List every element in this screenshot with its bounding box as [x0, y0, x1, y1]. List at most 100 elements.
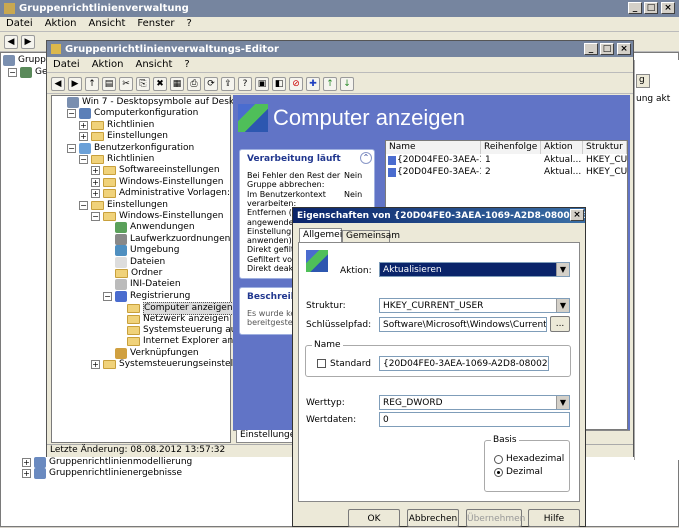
delete-icon[interactable]: ✖ — [153, 76, 167, 91]
editor-maximize-button[interactable]: □ — [600, 43, 614, 55]
tree-node[interactable]: Verknüpfungen — [103, 347, 199, 359]
outer-tree-modelling[interactable]: + Gruppenrichtlinienmodellierung — [22, 457, 192, 468]
refresh-icon[interactable]: ⟳ — [204, 76, 218, 91]
tree-node[interactable]: Laufwerkzuordnungen — [103, 233, 230, 245]
tree-node[interactable]: − Benutzerkonfiguration — [67, 142, 194, 154]
editor-menu-ansicht[interactable]: Ansicht — [129, 58, 178, 72]
tree-node[interactable]: Dateien — [103, 256, 165, 268]
tree-node[interactable]: Anwendungen — [103, 222, 195, 234]
value-name-input[interactable]: {20D04FE0-3AEA-1069-A2D8-08002B30309D} — [379, 356, 549, 371]
expander-icon[interactable]: − — [91, 212, 100, 221]
outer-maximize-button[interactable]: □ — [644, 2, 658, 14]
tree-node[interactable]: − Registrierung — [103, 290, 190, 302]
tab-einstellungen[interactable]: Einstellungen — [236, 430, 301, 443]
tree-node[interactable]: Ordner — [103, 268, 162, 279]
table-cell[interactable]: 2 — [485, 166, 535, 178]
expander-icon[interactable]: − — [79, 200, 88, 210]
stop-icon[interactable]: ⊘ — [289, 76, 303, 91]
tree-node[interactable]: − Einstellungen — [79, 200, 168, 211]
chevron-down-icon[interactable]: ▼ — [556, 396, 569, 409]
tree-node[interactable]: + Einstellungen — [79, 131, 168, 142]
table-cell[interactable]: 1 — [485, 154, 535, 166]
outer-menu-fenster[interactable]: Fenster — [131, 17, 180, 31]
ok-button[interactable]: OK — [348, 509, 400, 527]
show-tree-icon[interactable]: ▤ — [102, 76, 116, 91]
back-icon[interactable]: ◀ — [4, 34, 18, 49]
tree-node[interactable]: Netzwerk anzeigen — [115, 314, 229, 325]
tree-node[interactable]: + Softwareeinstellungen — [91, 165, 220, 176]
gpo-icon[interactable]: ◧ — [272, 76, 286, 91]
cut-icon[interactable]: ✂ — [119, 76, 133, 91]
export-icon[interactable]: ⇪ — [221, 76, 235, 91]
dec-radio[interactable] — [494, 468, 503, 477]
copy-icon[interactable]: ⎘ — [136, 76, 150, 91]
collapse-icon[interactable]: ⌃ — [360, 152, 372, 164]
tab-gemeinsam[interactable]: Gemeinsam — [342, 230, 400, 242]
tree-node[interactable]: + Windows-Einstellungen — [91, 177, 223, 188]
expander-icon[interactable]: − — [79, 155, 88, 164]
expander-icon[interactable]: + — [91, 166, 100, 176]
expander-icon[interactable]: + — [91, 177, 100, 187]
chevron-down-icon[interactable]: ▼ — [556, 299, 569, 312]
editor-menu-aktion[interactable]: Aktion — [86, 58, 130, 72]
outer-right-tab[interactable]: g — [636, 74, 650, 88]
standard-checkbox[interactable] — [317, 359, 326, 368]
forward-icon[interactable]: ▶ — [21, 34, 35, 49]
expander-icon[interactable]: + — [79, 132, 88, 142]
tab-allgemein[interactable]: Allgemein — [299, 228, 348, 242]
table-cell[interactable]: HKEY_CUR — [586, 166, 628, 178]
value-type-select[interactable]: REG_DWORD ▼ — [379, 395, 570, 410]
chevron-down-icon[interactable]: ▼ — [556, 263, 569, 276]
column-hive[interactable]: Struktur — [583, 141, 627, 154]
table-cell[interactable]: HKEY_CURR — [586, 154, 628, 166]
back-icon[interactable]: ◀ — [51, 76, 65, 91]
value-data-input[interactable]: 0 — [379, 412, 570, 427]
dialog-close-button[interactable]: × — [570, 209, 584, 221]
expander-icon[interactable]: − — [103, 291, 112, 301]
print-icon[interactable]: ⎙ — [187, 76, 201, 91]
column-name[interactable]: Name — [386, 141, 481, 154]
outer-menu-aktion[interactable]: Aktion — [39, 17, 83, 31]
editor-close-button[interactable]: × — [617, 43, 631, 55]
view-icon[interactable]: ▣ — [255, 76, 269, 91]
hive-select[interactable]: HKEY_CURRENT_USER ▼ — [379, 298, 570, 313]
properties-icon[interactable]: ▦ — [170, 76, 184, 91]
outer-close-button[interactable]: × — [661, 2, 675, 14]
table-cell[interactable]: {20D04FE0-3AEA-1... — [397, 154, 481, 166]
hex-radio[interactable] — [494, 455, 503, 464]
action-select[interactable]: Aktualisieren ▼ — [379, 262, 570, 277]
cancel-button[interactable]: Abbrechen — [407, 509, 459, 527]
column-order[interactable]: Reihenfolge — [481, 141, 541, 154]
tree-node[interactable]: − Windows-Einstellungen — [91, 211, 223, 222]
outer-menu-ansicht[interactable]: Ansicht — [82, 17, 131, 31]
help-button[interactable]: Hilfe — [528, 509, 580, 527]
tree-node[interactable]: − Computerkonfiguration — [67, 108, 198, 120]
move-down-icon[interactable]: ↓ — [340, 76, 354, 91]
expander-icon[interactable]: + — [91, 360, 100, 370]
expander-icon[interactable]: + — [91, 189, 100, 199]
key-path-input[interactable]: Software\Microsoft\Windows\CurrentVersio… — [379, 317, 547, 332]
tree-node[interactable]: + Richtlinien — [79, 120, 154, 131]
forward-icon[interactable]: ▶ — [68, 76, 82, 91]
new-item-icon[interactable]: ✚ — [306, 76, 320, 91]
expander-icon[interactable]: + — [79, 120, 88, 130]
tree-node[interactable]: − Richtlinien — [79, 154, 154, 165]
editor-minimize-button[interactable]: _ — [584, 43, 598, 55]
outer-menu-datei[interactable]: Datei — [0, 17, 39, 31]
outer-tree-results[interactable]: + Gruppenrichtlinienergebnisse — [22, 468, 182, 479]
table-cell[interactable]: {20D04FE0-3AEA-1... — [397, 166, 481, 178]
expander-icon[interactable]: − — [67, 143, 76, 153]
outer-minimize-button[interactable]: _ — [628, 2, 642, 14]
help-icon[interactable]: ? — [238, 76, 252, 91]
tree-node[interactable]: INI-Dateien — [103, 279, 181, 291]
tree-node[interactable]: Umgebung — [103, 245, 179, 257]
apply-button[interactable]: Übernehmen — [466, 509, 525, 527]
move-up-icon[interactable]: ↑ — [323, 76, 337, 91]
expander-icon[interactable]: − — [67, 109, 76, 119]
browse-button[interactable]: ... — [550, 316, 570, 332]
editor-menu-help[interactable]: ? — [178, 58, 195, 72]
outer-menu-help[interactable]: ? — [181, 17, 198, 31]
editor-menu-datei[interactable]: Datei — [47, 58, 86, 72]
column-action[interactable]: Aktion — [541, 141, 583, 154]
up-icon[interactable]: ↑ — [85, 76, 99, 91]
